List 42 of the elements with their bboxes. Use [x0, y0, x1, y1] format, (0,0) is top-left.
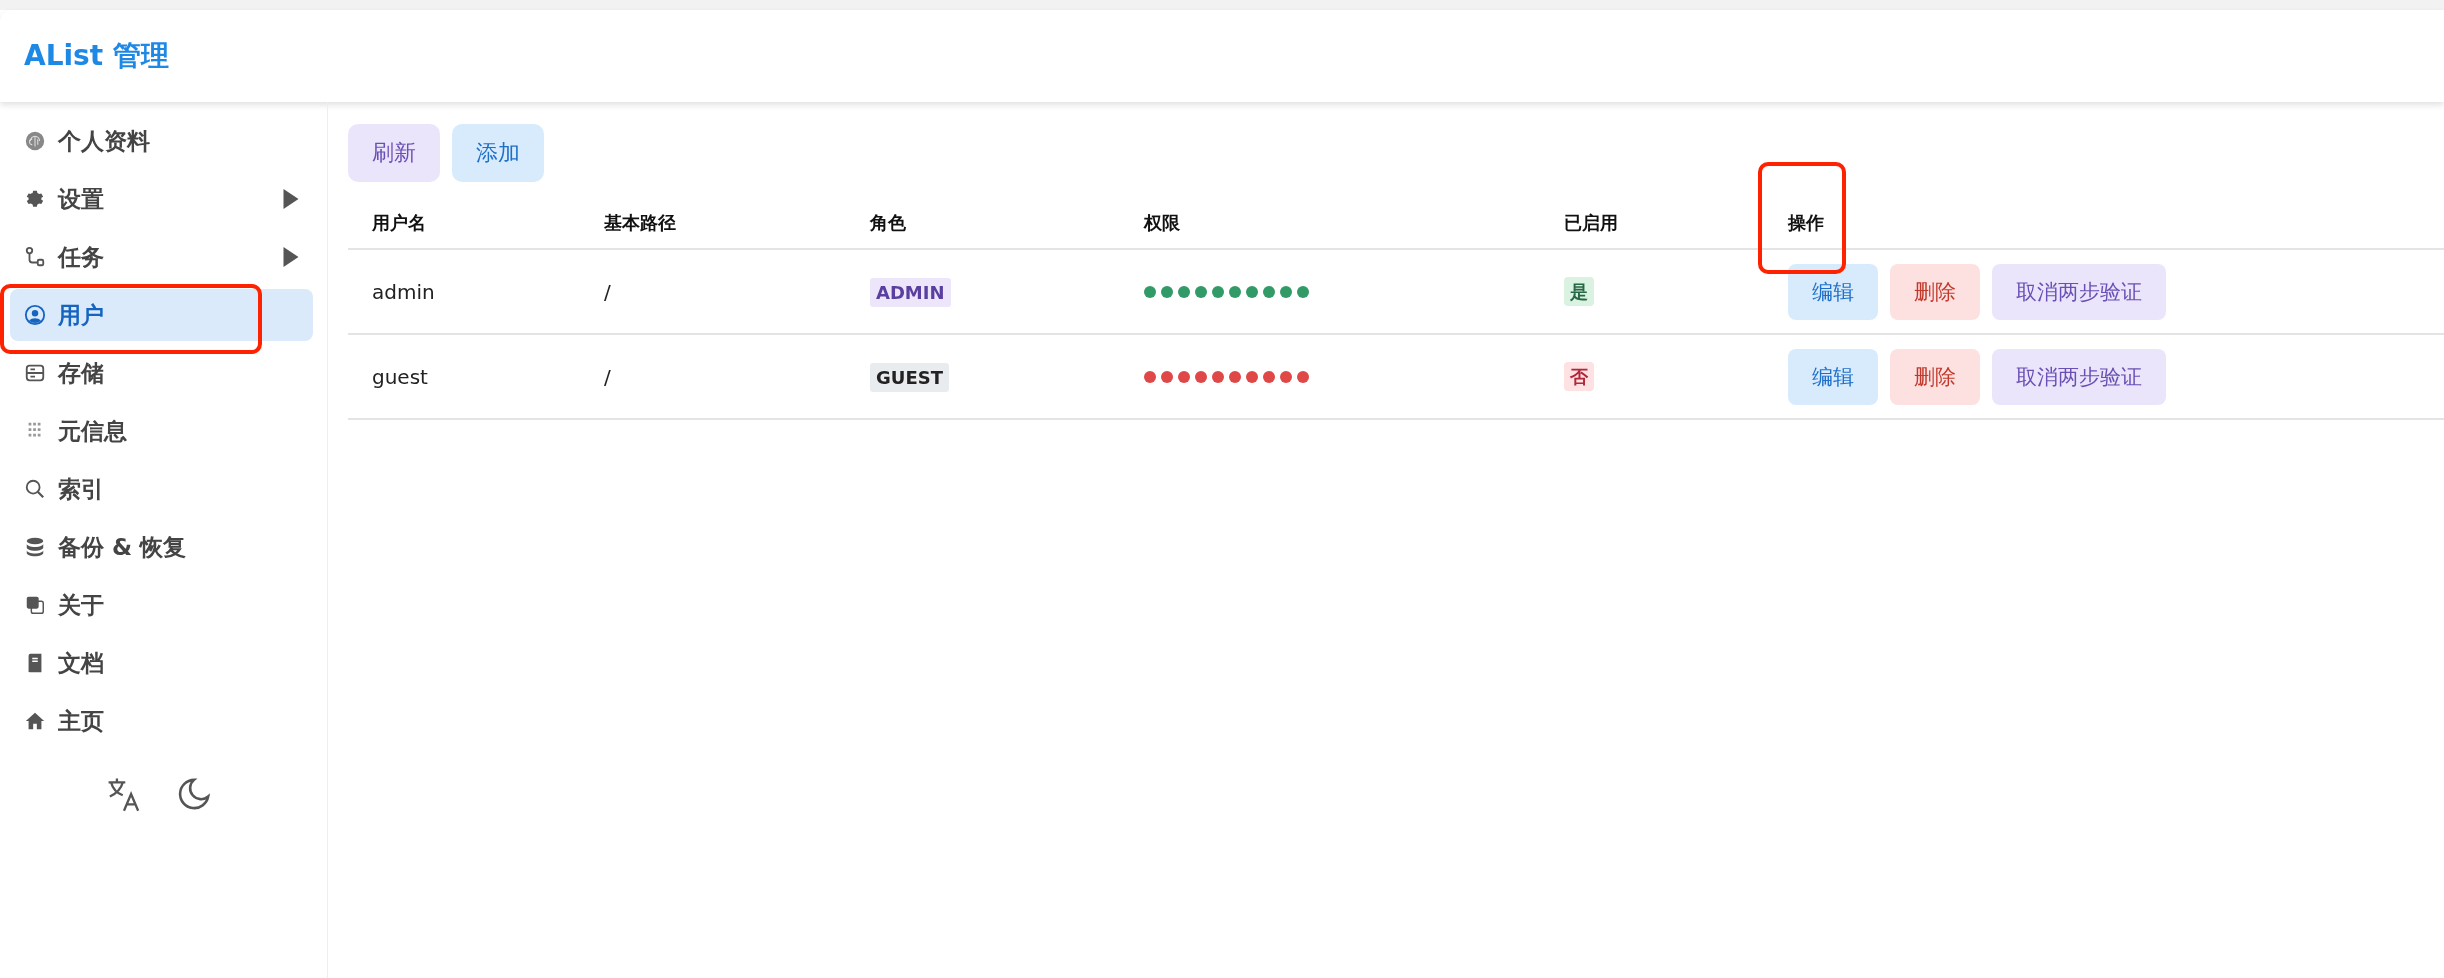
base-path-text: /	[604, 279, 611, 304]
sidebar-item[interactable]: 关于	[10, 579, 313, 631]
action-button[interactable]: 编辑	[1788, 263, 1878, 320]
username-text: guest	[372, 364, 428, 389]
toolbar-button[interactable]: 刷新	[348, 124, 440, 182]
action-button[interactable]: 删除	[1890, 263, 1980, 320]
column-header: 基本路径	[603, 211, 677, 235]
enabled-badge: 是	[1564, 277, 1594, 306]
column-header: 用户名	[371, 211, 427, 235]
home-icon	[24, 710, 46, 732]
search-icon	[24, 478, 46, 500]
role-badge: GUEST	[870, 362, 949, 392]
gear-icon	[24, 188, 46, 210]
database-icon	[24, 536, 46, 558]
sidebar-item[interactable]: 备份 & 恢复	[10, 521, 313, 573]
role-badge: ADMIN	[870, 277, 951, 307]
username-text: admin	[372, 279, 435, 304]
sidebar-item[interactable]: 用户	[10, 289, 313, 341]
sidebar-item[interactable]: 文档	[10, 637, 313, 689]
action-button[interactable]: 取消两步验证	[1992, 263, 2166, 320]
enabled-badge: 否	[1564, 362, 1594, 391]
sidebar-item[interactable]: 任务	[10, 231, 313, 283]
sidebar-item[interactable]: 个人资料	[10, 115, 313, 167]
action-button[interactable]: 取消两步验证	[1992, 348, 2166, 405]
sidebar-item[interactable]: 主页	[10, 695, 313, 747]
sidebar-item[interactable]: 索引	[10, 463, 313, 515]
sidebar-item[interactable]: 设置	[10, 173, 313, 225]
base-path-text: /	[604, 364, 611, 389]
action-button[interactable]: 编辑	[1788, 348, 1878, 405]
copy-icon	[24, 594, 46, 616]
column-header: 权限	[1142, 211, 1181, 235]
branch-icon	[24, 246, 46, 268]
column-header: 角色	[869, 211, 907, 235]
toolbar-button[interactable]: 添加	[452, 124, 544, 182]
sidebar-item[interactable]: 元信息	[10, 405, 313, 457]
server-icon	[24, 362, 46, 384]
user-icon	[24, 304, 46, 326]
action-button[interactable]: 删除	[1890, 348, 1980, 405]
app-title: AList 管理	[24, 38, 169, 74]
column-header: 已启用	[1563, 211, 1619, 235]
sidebar-item[interactable]: 存储	[10, 347, 313, 399]
column-header: 操作	[1787, 211, 1825, 235]
